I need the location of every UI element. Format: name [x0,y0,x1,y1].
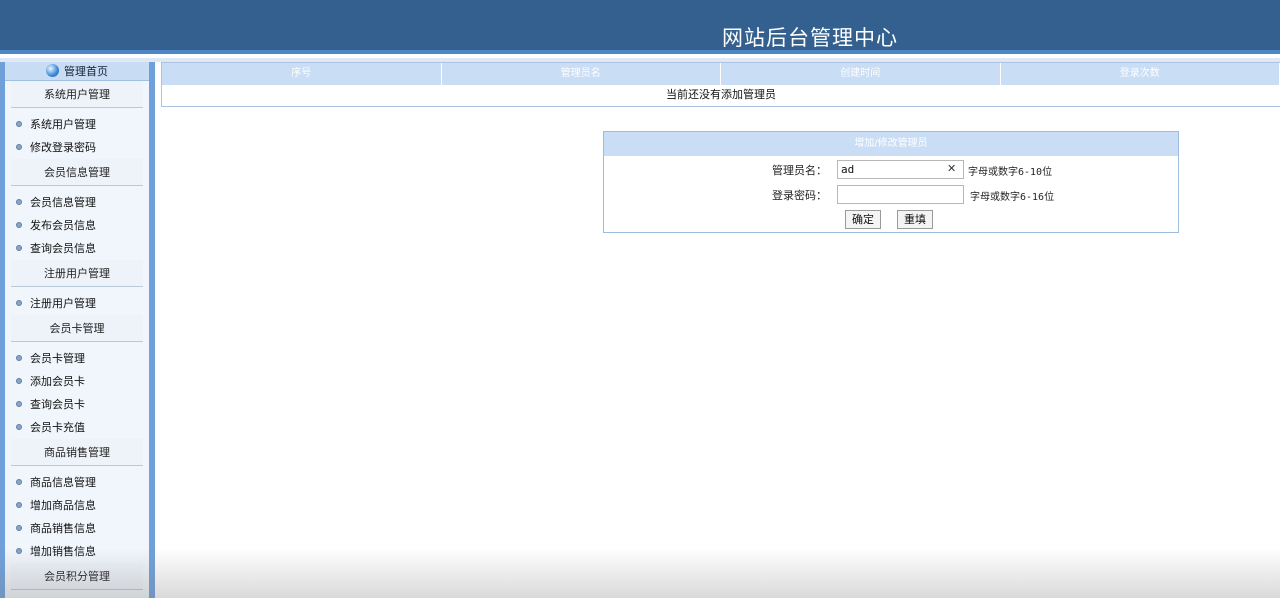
admin-form: 增加/修改管理员 管理员名： ✕ 字母或数字6-10位 登录密码： 字母或数字6… [603,131,1179,233]
column-header-admin-name: 管理员名 [442,63,721,85]
sidebar-item-member-cards[interactable]: 会员卡管理 [5,347,149,370]
sidebar-item-publish-member-info[interactable]: 发布会员信息 [5,214,149,237]
home-link-label: 管理首页 [64,65,108,78]
bullet-dot-icon [16,548,22,554]
submit-button[interactable]: 确定 [845,210,881,229]
bullet-dot-icon [16,121,22,127]
sidebar-item-member-info[interactable]: 会员信息管理 [5,191,149,214]
sidebar-home-link[interactable]: 管理首页 [5,62,149,81]
bullet-dot-icon [16,144,22,150]
sidebar-item-label: 注册用户管理 [30,297,96,310]
column-header-created-time: 创建时间 [721,63,1001,85]
column-header-login-count: 登录次数 [1001,63,1280,85]
sidebar-item-query-member-card[interactable]: 查询会员卡 [5,393,149,416]
username-hint: 字母或数字6-10位 [968,167,1053,178]
bullet-dot-icon [16,355,22,361]
username-input[interactable] [837,160,964,179]
sidebar-item-query-member-info[interactable]: 查询会员信息 [5,237,149,260]
sidebar-item-label: 系统用户管理 [30,118,96,131]
sidebar-item-label: 增加商品信息 [30,499,96,512]
username-label: 管理员名： [772,164,827,177]
sidebar-item-change-password[interactable]: 修改登录密码 [5,136,149,159]
sidebar-item-recharge-member-card[interactable]: 会员卡充值 [5,416,149,439]
sidebar-item-add-sales-info[interactable]: 增加销售信息 [5,540,149,563]
form-title: 增加/修改管理员 [604,132,1178,156]
bullet-dot-icon [16,479,22,485]
bottom-shadow [0,548,1280,598]
page-header: 网站后台管理中心 [0,0,1280,54]
table-header: 序号 管理员名 创建时间 登录次数 [162,63,1280,85]
sidebar-item-label: 查询会员信息 [30,242,96,255]
sidebar-item-label: 会员卡管理 [30,352,85,365]
group-header-member-cards[interactable]: 会员卡管理 [11,315,143,342]
group-header-member-info[interactable]: 会员信息管理 [11,159,143,186]
sidebar: 管理首页 系统用户管理 系统用户管理 修改登录密码 会员信息管理 会员信息管理 … [0,62,155,598]
bullet-dot-icon [16,525,22,531]
sidebar-item-sales-info[interactable]: 商品销售信息 [5,517,149,540]
sidebar-item-label: 添加会员卡 [30,375,85,388]
site-title: 网站后台管理中心 [722,26,898,50]
bullet-dot-icon [16,199,22,205]
table-empty-message: 当前还没有添加管理员 [666,88,776,101]
group-header-member-points[interactable]: 会员积分管理 [11,563,143,590]
form-buttons: 确定 重填 [604,210,1180,230]
sidebar-item-add-product[interactable]: 增加商品信息 [5,494,149,517]
bullet-dot-icon [16,424,22,430]
username-row: 管理员名： ✕ 字母或数字6-10位 [604,160,1180,180]
globe-icon [46,64,59,77]
sidebar-item-label: 查询会员卡 [30,398,85,411]
bullet-dot-icon [16,300,22,306]
clear-x-icon[interactable]: ✕ [947,162,956,175]
bullet-dot-icon [16,245,22,251]
bullet-dot-icon [16,401,22,407]
sidebar-item-label: 商品信息管理 [30,476,96,489]
group-header-system-users[interactable]: 系统用户管理 [11,81,143,108]
bullet-dot-icon [16,378,22,384]
reset-button[interactable]: 重填 [897,210,933,229]
group-header-registered-users[interactable]: 注册用户管理 [11,260,143,287]
sidebar-item-label: 修改登录密码 [30,141,96,154]
column-header-index: 序号 [162,63,442,85]
admin-table: 序号 管理员名 创建时间 登录次数 当前还没有添加管理员 [161,62,1280,107]
sidebar-menu: 管理首页 系统用户管理 系统用户管理 修改登录密码 会员信息管理 会员信息管理 … [5,62,149,598]
group-header-sales[interactable]: 商品销售管理 [11,439,143,466]
password-hint: 字母或数字6-16位 [970,192,1055,203]
bullet-dot-icon [16,222,22,228]
sidebar-item-add-member-card[interactable]: 添加会员卡 [5,370,149,393]
password-row: 登录密码： 字母或数字6-16位 [604,185,1180,205]
sidebar-item-product-info[interactable]: 商品信息管理 [5,471,149,494]
password-input[interactable] [837,185,964,204]
sidebar-item-registered-users[interactable]: 注册用户管理 [5,292,149,315]
password-label: 登录密码： [772,189,827,202]
sidebar-item-label: 发布会员信息 [30,219,96,232]
bullet-dot-icon [16,502,22,508]
sidebar-item-system-users[interactable]: 系统用户管理 [5,113,149,136]
sidebar-item-label: 增加销售信息 [30,545,96,558]
sidebar-item-label: 会员卡充值 [30,421,85,434]
sidebar-item-label: 商品销售信息 [30,522,96,535]
sidebar-item-label: 会员信息管理 [30,196,96,209]
